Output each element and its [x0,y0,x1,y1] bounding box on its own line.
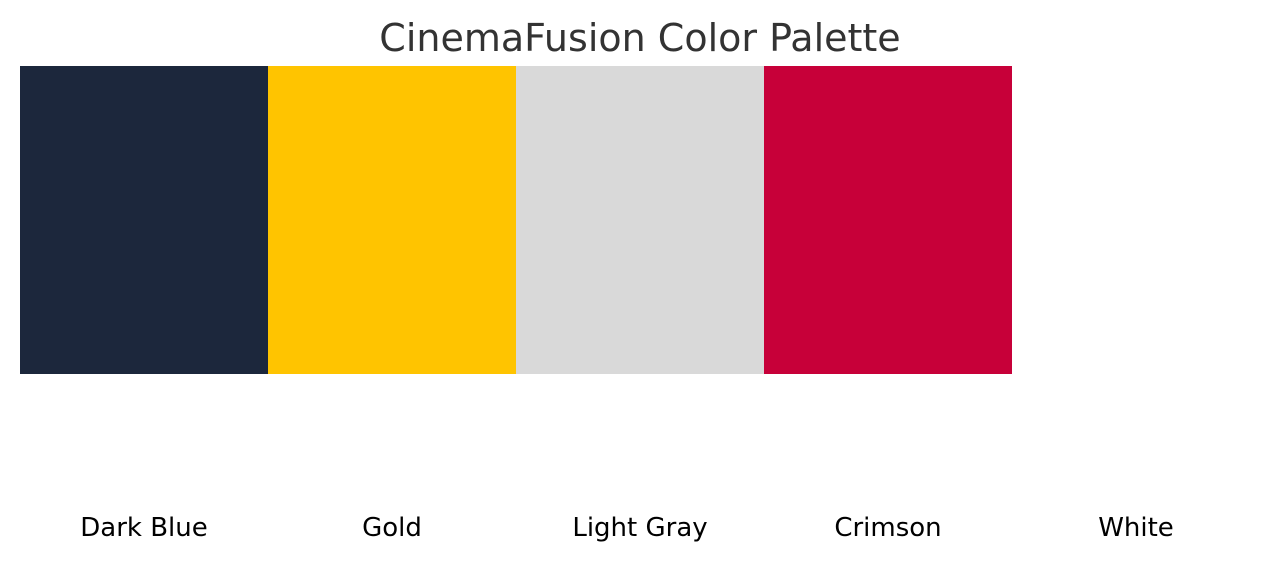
swatch-gold [268,66,517,374]
color-labels: Dark Blue Gold Light Gray Crimson White [20,508,1260,548]
label-light-gray: Light Gray [572,513,708,543]
label-white: White [1098,513,1174,543]
palette-title: CinemaFusion Color Palette [379,16,901,60]
label-gold: Gold [362,513,422,543]
swatch-light-gray [516,66,765,374]
swatch-crimson [764,66,1013,374]
label-crimson: Crimson [834,513,942,543]
color-palette [20,66,1261,374]
swatch-white [1012,66,1261,374]
swatch-dark-blue [20,66,269,374]
label-dark-blue: Dark Blue [80,513,208,543]
